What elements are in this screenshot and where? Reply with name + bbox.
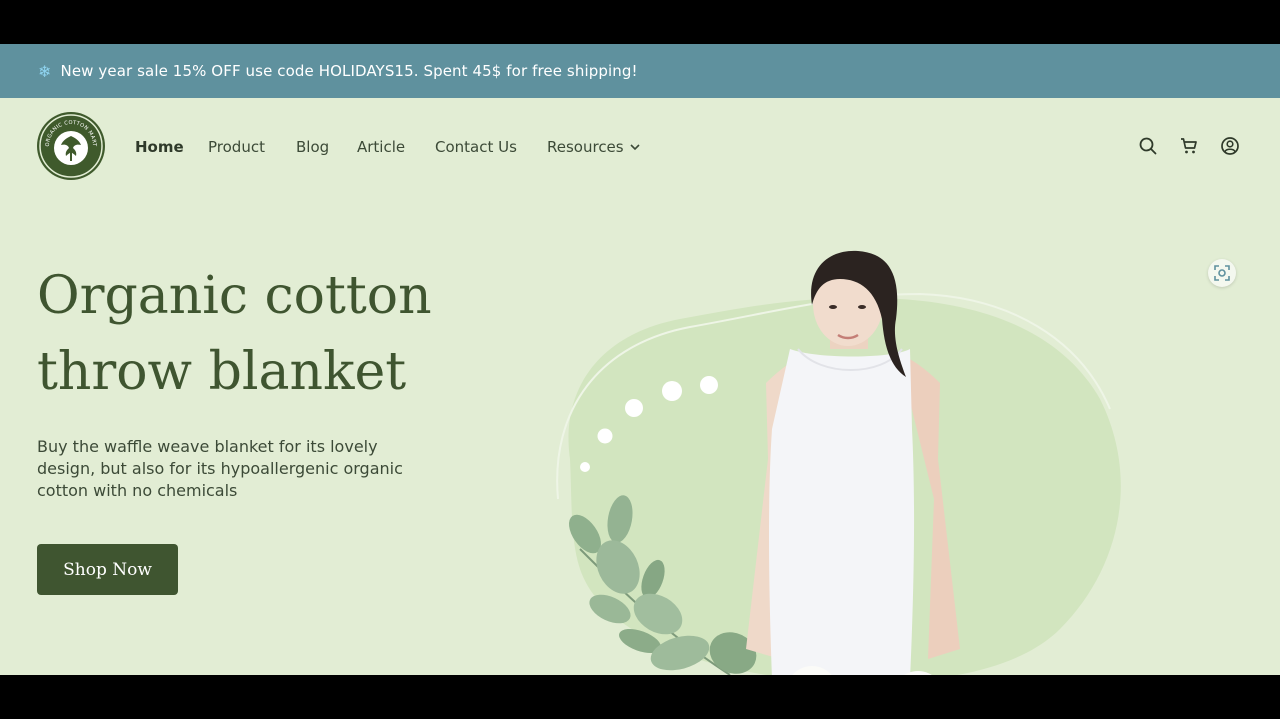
hero-title: Organic cotton throw blanket	[37, 258, 517, 410]
shop-now-button[interactable]: Shop Now	[37, 544, 178, 595]
nav-home[interactable]: Home	[135, 138, 184, 156]
nav-contact-us[interactable]: Contact Us	[435, 138, 517, 156]
nav-blog[interactable]: Blog	[296, 138, 329, 156]
hero-description: Buy the waffle weave blanket for its lov…	[37, 437, 403, 500]
announcement-text: New year sale 15% OFF use code HOLIDAYS1…	[60, 62, 638, 80]
site-logo[interactable]: ORGANIC COTTON MART	[37, 112, 105, 180]
search-icon[interactable]	[1138, 136, 1158, 156]
hero-title-line1: Organic cotton	[37, 266, 432, 326]
hero-image	[556, 250, 1121, 675]
page-viewport: ❄ New year sale 15% OFF use code HOLIDAY…	[0, 44, 1280, 675]
snowflake-icon: ❄	[38, 61, 52, 81]
account-icon[interactable]	[1220, 136, 1240, 156]
nav-product[interactable]: Product	[208, 138, 265, 156]
nav-article[interactable]: Article	[357, 138, 405, 156]
cotton-flower-logo: ORGANIC COTTON MART	[39, 114, 103, 178]
chevron-down-icon	[630, 141, 640, 154]
visual-search-button[interactable]	[1208, 259, 1236, 287]
scan-icon	[1214, 265, 1230, 281]
nav-resources-label: Resources	[547, 138, 624, 156]
announcement-bar: ❄ New year sale 15% OFF use code HOLIDAY…	[0, 44, 1280, 98]
cart-icon[interactable]	[1179, 136, 1199, 156]
nav-resources[interactable]: Resources	[547, 138, 640, 156]
hero-title-line2: throw blanket	[37, 342, 407, 402]
